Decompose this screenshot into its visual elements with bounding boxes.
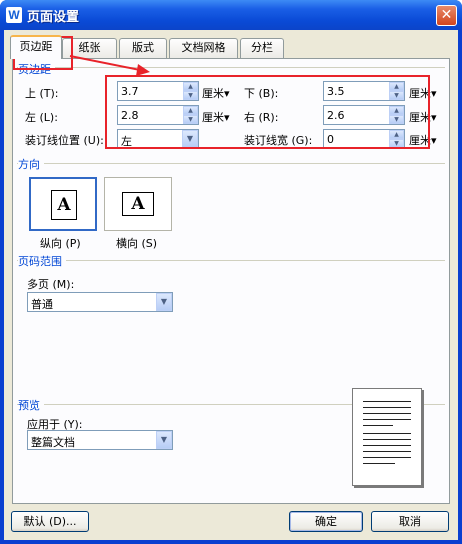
preview-text-line (363, 401, 411, 402)
landscape-page-icon: A (122, 192, 154, 216)
page-range-group-title: 页码范围 (18, 253, 66, 269)
gutter-position-label: 装订线位置 (U): (25, 134, 104, 147)
wps-writer-icon: W (6, 7, 22, 23)
preview-text-line (363, 457, 411, 458)
chevron-down-icon[interactable]: ▼ (156, 431, 172, 449)
apply-to-value: 整篇文档 (31, 436, 75, 449)
annotation-arrow-icon (69, 55, 150, 76)
cancel-button[interactable]: 取消 (371, 511, 449, 532)
preview-text-line (363, 439, 411, 440)
portrait-page-icon: A (51, 190, 77, 220)
tab-columns[interactable]: 分栏 (240, 38, 284, 58)
orientation-group-title: 方向 (18, 156, 44, 172)
preview-text-line (363, 419, 411, 420)
title-bar[interactable]: W 页面设置 ✕ (0, 0, 462, 30)
portrait-option[interactable]: A (29, 177, 97, 231)
default-button[interactable]: 默认 (D)... (11, 511, 89, 532)
close-icon[interactable]: ✕ (436, 5, 457, 26)
preview-text-line (363, 451, 411, 452)
multiple-pages-label: 多页 (M): (27, 278, 75, 291)
tab-margins[interactable]: 页边距 (10, 35, 62, 59)
ok-button[interactable]: 确定 (289, 511, 363, 532)
preview-group-title: 预览 (18, 397, 44, 413)
multiple-pages-value: 普通 (31, 298, 53, 311)
portrait-label[interactable]: 纵向 (P) (40, 235, 81, 251)
preview-text-line (363, 407, 411, 408)
group-divider (17, 163, 445, 164)
left-margin-label: 左 (L): (25, 111, 58, 124)
tab-document-grid[interactable]: 文档网格 (169, 38, 238, 58)
multiple-pages-select[interactable]: 普通 ▼ (27, 292, 173, 312)
preview-text-line (363, 425, 393, 426)
preview-text-line (363, 433, 411, 434)
margins-highlight-box (105, 75, 430, 149)
chevron-down-icon[interactable]: ▼ (156, 293, 172, 311)
top-margin-label: 上 (T): (25, 87, 59, 100)
window-title: 页面设置 (27, 10, 80, 25)
landscape-label[interactable]: 横向 (S) (116, 235, 157, 251)
group-divider (17, 260, 445, 261)
preview-text-line (363, 445, 411, 446)
landscape-option[interactable]: A (104, 177, 172, 231)
preview-text-line (363, 413, 411, 414)
page-preview (352, 388, 422, 486)
apply-to-select[interactable]: 整篇文档 ▼ (27, 430, 173, 450)
preview-text-line (363, 463, 395, 464)
